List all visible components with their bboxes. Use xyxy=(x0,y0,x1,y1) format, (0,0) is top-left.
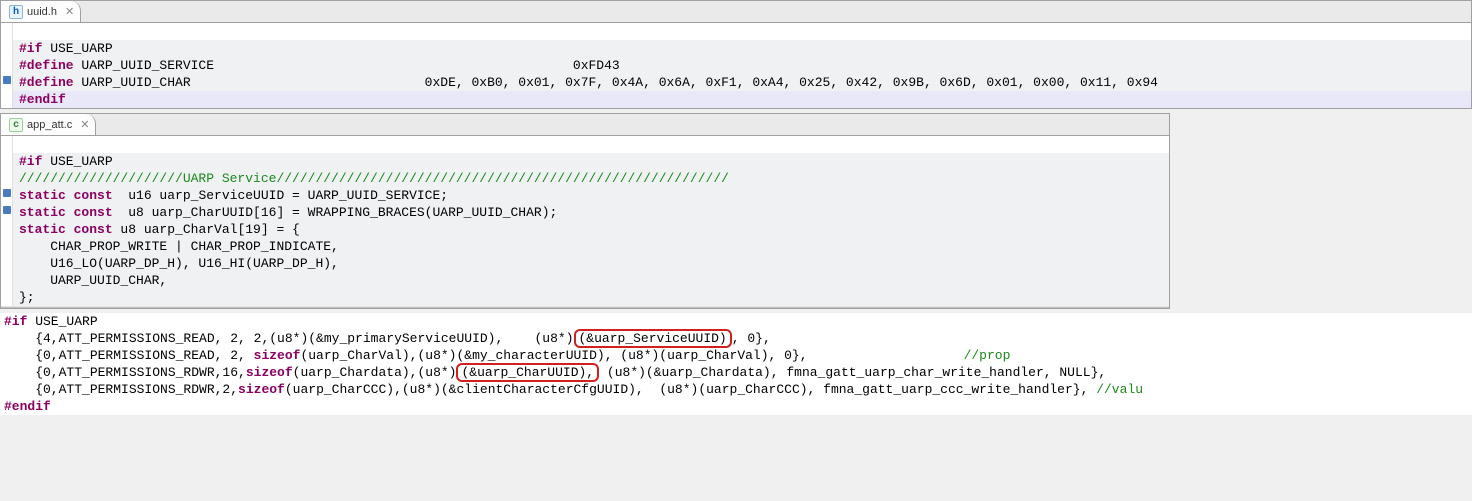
tab-app-att-c[interactable]: c app_att.c ✕ xyxy=(1,114,96,135)
code-line: {0,ATT_PERMISSIONS_RDWR,16,sizeof(uarp_C… xyxy=(0,364,1472,381)
code-line: static const u16 uarp_ServiceUUID = UARP… xyxy=(13,187,1169,204)
code-line: {4,ATT_PERMISSIONS_READ, 2, 2,(u8*)(&my_… xyxy=(0,330,1472,347)
code-line: UARP_UUID_CHAR, xyxy=(13,272,1169,289)
code-line: #endif xyxy=(13,91,1471,108)
code-viewport: #if USE_UARP #define UARP_UUID_SERVICE 0… xyxy=(1,23,1471,108)
header-file-icon: h xyxy=(9,5,23,19)
code-line: #define UARP_UUID_SERVICE 0xFD43 xyxy=(13,57,1471,74)
gutter-marker xyxy=(3,76,11,84)
close-icon[interactable]: ✕ xyxy=(80,118,89,131)
highlight-box-char-uuid: (&uarp_CharUUID), xyxy=(456,363,599,382)
tab-label: uuid.h xyxy=(27,6,57,18)
code-line: static const u8 uarp_CharUUID[16] = WRAP… xyxy=(13,204,1169,221)
code-line: #endif xyxy=(0,398,1472,415)
c-file-icon: c xyxy=(9,118,23,132)
code-line: {0,ATT_PERMISSIONS_READ, 2, sizeof(uarp_… xyxy=(0,347,1472,364)
editor-pane-uuid-h: h uuid.h ✕ #if USE_UARP #define UARP_UUI… xyxy=(0,0,1472,109)
code-line: /////////////////////UARP Service///////… xyxy=(13,170,1169,187)
tab-bar: h uuid.h ✕ xyxy=(1,1,1471,23)
code-viewport: #if USE_UARP /////////////////////UARP S… xyxy=(1,136,1169,306)
blank-line xyxy=(13,136,1169,153)
gutter xyxy=(1,136,13,306)
code-lines[interactable]: #if USE_UARP /////////////////////UARP S… xyxy=(13,136,1169,306)
tab-uuid-h[interactable]: h uuid.h ✕ xyxy=(1,1,81,22)
code-line: U16_LO(UARP_DP_H), U16_HI(UARP_DP_H), xyxy=(13,255,1169,272)
highlight-box-service-uuid: (&uarp_ServiceUUID) xyxy=(574,329,732,348)
editor-pane-snippet: #if USE_UARP {4,ATT_PERMISSIONS_READ, 2,… xyxy=(0,313,1472,415)
code-line: #if USE_UARP xyxy=(0,313,1472,330)
code-line: {0,ATT_PERMISSIONS_RDWR,2,sizeof(uarp_Ch… xyxy=(0,381,1472,398)
code-line: #define UARP_UUID_CHAR 0xDE, 0xB0, 0x01,… xyxy=(13,74,1471,91)
code-line: }; xyxy=(13,289,1169,306)
gutter xyxy=(1,23,13,108)
code-line: static const u8 uarp_CharVal[19] = { xyxy=(13,221,1169,238)
code-line: CHAR_PROP_WRITE | CHAR_PROP_INDICATE, xyxy=(13,238,1169,255)
pane-border xyxy=(1,306,1169,308)
editor-pane-app-att-c: c app_att.c ✕ #if USE_UARP /////////////… xyxy=(0,113,1170,309)
code-lines[interactable]: #if USE_UARP #define UARP_UUID_SERVICE 0… xyxy=(13,23,1471,108)
blank-line xyxy=(13,23,1471,40)
gutter-marker xyxy=(3,189,11,197)
tab-bar: c app_att.c ✕ xyxy=(1,114,1169,136)
tab-label: app_att.c xyxy=(27,119,72,131)
close-icon[interactable]: ✕ xyxy=(65,5,74,18)
code-lines[interactable]: #if USE_UARP {4,ATT_PERMISSIONS_READ, 2,… xyxy=(0,313,1472,415)
code-line: #if USE_UARP xyxy=(13,153,1169,170)
code-line: #if USE_UARP xyxy=(13,40,1471,57)
gutter-marker xyxy=(3,206,11,214)
